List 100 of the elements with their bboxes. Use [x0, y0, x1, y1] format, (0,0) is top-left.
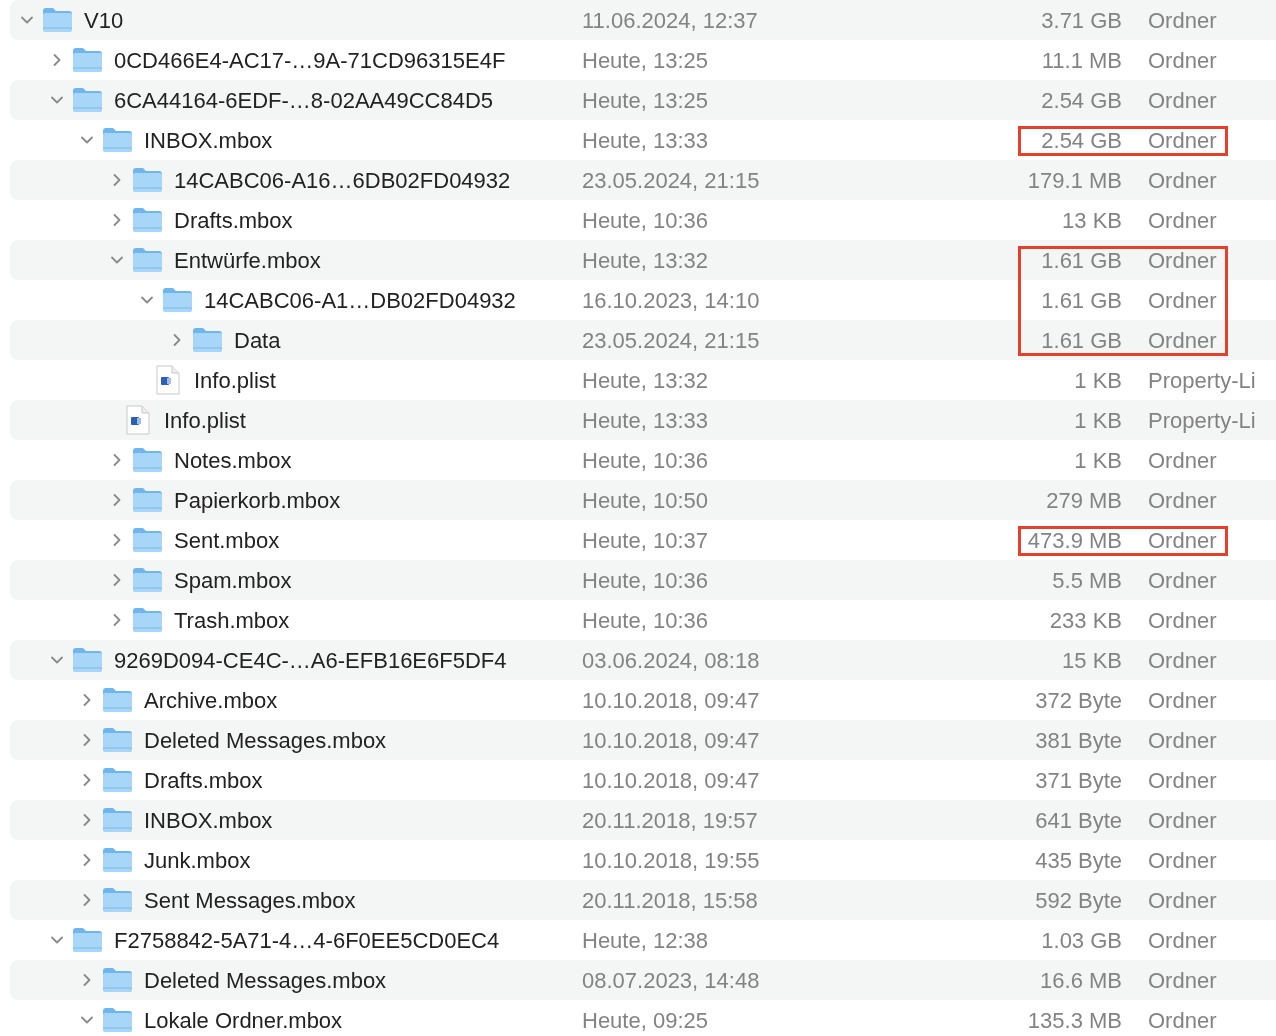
file-row[interactable]: 14CABC06-A16…6DB02FD04932 23.05.2024, 21:15 179.1 MB Ordner	[10, 160, 1276, 200]
file-name: 14CABC06-A16…6DB02FD04932	[174, 166, 511, 195]
file-name: Drafts.mbox	[174, 206, 293, 235]
file-kind: Ordner	[1148, 686, 1217, 715]
date-modified: 10.10.2018, 09:47	[582, 726, 761, 755]
file-kind: Ordner	[1148, 766, 1217, 795]
folder-icon	[132, 207, 163, 233]
file-size: 473.9 MB	[1027, 526, 1122, 555]
file-size: 641 Byte	[1035, 806, 1122, 835]
file-kind: Ordner	[1148, 86, 1217, 115]
file-name: F2758842-5A71-4…4-6F0EE5CD0EC4	[114, 926, 500, 955]
date-modified: 08.07.2023, 14:48	[582, 966, 761, 995]
folder-icon	[102, 687, 133, 713]
file-row[interactable]: INBOX.mbox 20.11.2018, 19:57 641 Byte Ordner	[10, 800, 1276, 840]
folder-icon	[102, 847, 133, 873]
folder-icon	[192, 327, 223, 353]
date-modified: Heute, 13:32	[582, 246, 709, 275]
file-kind: Ordner	[1148, 726, 1217, 755]
file-size: 1 KB	[1074, 446, 1122, 475]
file-name: 14CABC06-A1…DB02FD04932	[204, 286, 516, 315]
file-name: Archive.mbox	[144, 686, 278, 715]
date-modified: 10.10.2018, 09:47	[582, 766, 761, 795]
document-icon	[156, 365, 180, 395]
file-kind: Ordner	[1148, 846, 1217, 875]
file-name: Entwürfe.mbox	[174, 246, 321, 275]
date-modified: 11.06.2024, 12:37	[582, 6, 759, 35]
folder-icon	[162, 287, 193, 313]
date-modified: Heute, 10:36	[582, 566, 709, 595]
file-name: V10	[84, 6, 124, 35]
file-size: 1.61 GB	[1041, 246, 1122, 275]
file-kind: Ordner	[1148, 966, 1217, 995]
file-row[interactable]: Deleted Messages.mbox 10.10.2018, 09:47 381 Byte Ordner	[10, 720, 1276, 760]
file-row[interactable]: Data 23.05.2024, 21:15 1.61 GB Ordner	[10, 320, 1276, 360]
file-row[interactable]: V10 11.06.2024, 12:37 3.71 GB Ordner	[10, 0, 1276, 40]
folder-icon	[102, 967, 133, 993]
file-size: 11.1 MB	[1041, 46, 1122, 75]
file-size: 1 KB	[1074, 366, 1122, 395]
date-modified: Heute, 10:36	[582, 606, 709, 635]
file-size: 279 MB	[1046, 486, 1122, 515]
file-row[interactable]: Info.plist Heute, 13:33 1 KB Property-Li	[10, 400, 1276, 440]
file-kind: Ordner	[1148, 326, 1217, 355]
file-kind: Ordner	[1148, 526, 1217, 555]
file-name: 9269D094-CE4C-…A6-EFB16E6F5DF4	[114, 646, 507, 675]
file-kind: Ordner	[1148, 166, 1217, 195]
file-size: 15 KB	[1062, 646, 1122, 675]
date-modified: 10.10.2018, 19:55	[582, 846, 761, 875]
file-kind: Ordner	[1148, 646, 1217, 675]
folder-icon	[132, 527, 163, 553]
file-size: 371 Byte	[1035, 766, 1122, 795]
file-size: 16.6 MB	[1040, 966, 1122, 995]
file-size: 3.71 GB	[1041, 6, 1122, 35]
file-size: 1.61 GB	[1041, 326, 1122, 355]
folder-icon	[102, 767, 133, 793]
date-modified: Heute, 10:36	[582, 206, 709, 235]
file-kind: Property-Li	[1148, 406, 1256, 435]
date-modified: Heute, 13:32	[582, 366, 709, 395]
folder-icon	[102, 127, 133, 153]
file-row[interactable]: 9269D094-CE4C-…A6-EFB16E6F5DF4 03.06.2024, 08:18 15 KB Ordner	[10, 640, 1276, 680]
file-kind: Ordner	[1148, 126, 1217, 155]
date-modified: 20.11.2018, 19:57	[582, 806, 759, 835]
file-kind: Ordner	[1148, 566, 1217, 595]
folder-icon	[132, 487, 163, 513]
file-name: Deleted Messages.mbox	[144, 726, 387, 755]
folder-icon	[132, 607, 163, 633]
file-name: INBOX.mbox	[144, 806, 273, 835]
folder-icon	[72, 87, 103, 113]
date-modified: Heute, 13:33	[582, 126, 709, 155]
file-name: Drafts.mbox	[144, 766, 263, 795]
file-name: INBOX.mbox	[144, 126, 273, 155]
file-size: 233 KB	[1049, 606, 1122, 635]
file-name: Data	[234, 326, 281, 355]
folder-icon	[102, 807, 133, 833]
file-row[interactable]: Spam.mbox Heute, 10:36 5.5 MB Ordner	[10, 560, 1276, 600]
file-row[interactable]: 6CA44164-6EDF-…8-02AA49CC84D5 Heute, 13:25 2.54 GB Ordner	[10, 80, 1276, 120]
folder-icon	[132, 567, 163, 593]
file-size: 1.03 GB	[1041, 926, 1122, 955]
file-name: Notes.mbox	[174, 446, 292, 475]
file-kind: Ordner	[1148, 46, 1217, 75]
file-kind: Ordner	[1148, 606, 1217, 635]
file-kind: Ordner	[1148, 286, 1217, 315]
file-row[interactable]: Entwürfe.mbox Heute, 13:32 1.61 GB Ordner	[10, 240, 1276, 280]
folder-icon	[132, 167, 163, 193]
date-modified: Heute, 13:25	[582, 86, 709, 115]
file-row[interactable]: Sent Messages.mbox 20.11.2018, 15:58 592 Byte Ordner	[10, 880, 1276, 920]
file-name: 6CA44164-6EDF-…8-02AA49CC84D5	[114, 86, 494, 115]
file-name: Lokale Ordner.mbox	[144, 1006, 343, 1035]
folder-icon	[102, 727, 133, 753]
file-name: Sent Messages.mbox	[144, 886, 356, 915]
date-modified: Heute, 10:37	[582, 526, 709, 555]
folder-icon	[72, 47, 103, 73]
file-name: 0CD466E4-AC17-…9A-71CD96315E4F	[114, 46, 506, 75]
file-row[interactable]: Papierkorb.mbox Heute, 10:50 279 MB Ordner	[10, 480, 1276, 520]
file-row[interactable]: Deleted Messages.mbox 08.07.2023, 14:48 16.6 MB Ordner	[10, 960, 1276, 1000]
file-name: Deleted Messages.mbox	[144, 966, 387, 995]
folder-icon	[102, 1007, 133, 1033]
file-size: 1.61 GB	[1041, 286, 1122, 315]
date-modified: 20.11.2018, 15:58	[582, 886, 759, 915]
file-name: Info.plist	[164, 406, 246, 435]
file-kind: Ordner	[1148, 926, 1217, 955]
date-modified: 23.05.2024, 21:15	[582, 326, 761, 355]
